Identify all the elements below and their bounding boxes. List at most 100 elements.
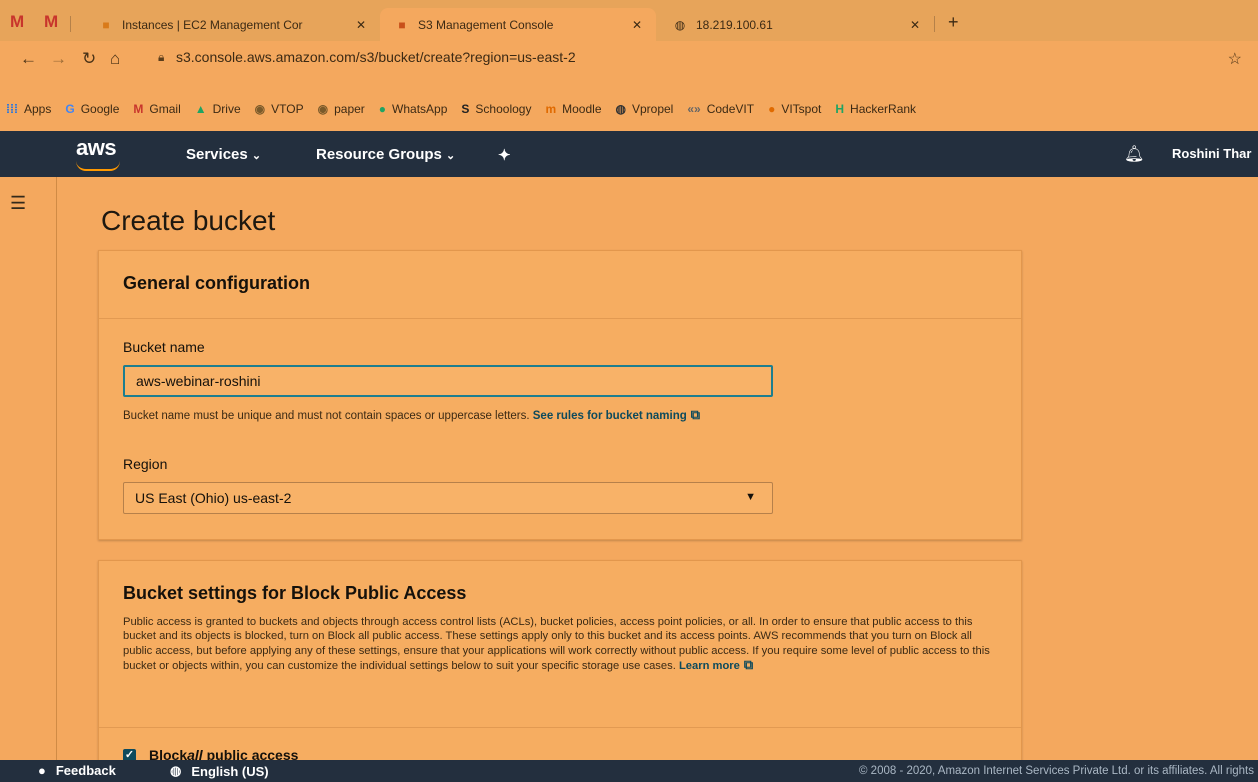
gmail-tab-icon[interactable]: M [10, 12, 24, 32]
bucket-name-input[interactable] [123, 365, 773, 397]
whatsapp-icon: ● [378, 102, 387, 116]
bookmark-label: Vpropel [631, 102, 674, 116]
resource-groups-label: Resource Groups [316, 146, 442, 163]
address-bar-row: ← → ↻ ⌂ 🔒︎ s3.console.aws.amazon.com/s3/… [0, 41, 1258, 93]
vtop-icon: ◉ [254, 102, 266, 116]
reload-icon[interactable]: ↻ [82, 49, 96, 69]
url-field[interactable]: s3.console.aws.amazon.com/s3/bucket/crea… [176, 49, 576, 65]
bookmark-google[interactable]: G Google [65, 102, 119, 116]
browser-tab-strip: M M ■ Instances | EC2 Management Cor ✕ ■… [0, 0, 1258, 41]
google-icon: G [65, 102, 75, 116]
bookmark-label: paper [334, 102, 365, 116]
bookmark-star-icon[interactable]: ☆ [1228, 49, 1242, 69]
user-menu[interactable]: Roshini Thar [1172, 146, 1251, 161]
services-menu[interactable]: Services ⌄ [186, 146, 261, 163]
codevit-icon: «» [687, 102, 701, 116]
bookmark-label: Moodle [562, 102, 602, 116]
learn-more-link[interactable]: Learn more [679, 660, 740, 672]
bucket-naming-rules-link[interactable]: See rules for bucket naming [533, 410, 687, 422]
hackerrank-icon: H [835, 102, 845, 116]
vitspot-icon: ● [768, 102, 776, 116]
tab-separator [70, 16, 71, 32]
region-value: US East (Ohio) us-east-2 [135, 490, 292, 506]
region-select[interactable]: US East (Ohio) us-east-2 ▼ [123, 482, 773, 514]
bookmark-label: Drive [212, 102, 241, 116]
new-tab-button[interactable]: + [948, 12, 959, 33]
bookmark-whatsapp[interactable]: ● WhatsApp [379, 102, 448, 116]
forward-arrow-icon[interactable]: → [50, 49, 67, 69]
bookmark-vpropel[interactable]: ◍ Vpropel [616, 102, 674, 116]
region-label: Region [123, 456, 168, 472]
bookmark-vitspot[interactable]: ● VITspot [768, 102, 821, 116]
schoology-icon: S [461, 102, 470, 116]
gmail-icon: M [133, 102, 144, 116]
globe-icon: ◍ [615, 102, 626, 116]
copyright-text: © 2008 - 2020, Amazon Internet Services … [859, 765, 1254, 777]
paper-icon: ◉ [317, 102, 329, 116]
apps-grid-icon: ⁞⁞⁞ [6, 102, 18, 116]
feedback-button[interactable]: ● Feedback [38, 763, 116, 778]
bookmark-drive[interactable]: ▲ Drive [195, 102, 241, 116]
hamburger-menu-icon[interactable]: ☰ [10, 193, 26, 214]
page-title: Create bucket [101, 205, 276, 236]
bookmarks-bar: ⁞⁞⁞ Apps G Google M Gmail ▲ Drive ◉ VTOP ◉ paper ● Wh… [0, 94, 1258, 124]
bookmark-label: CodeVIT [706, 102, 755, 116]
close-tab-icon[interactable]: ✕ [632, 18, 642, 32]
bell-icon[interactable]: 🔔︎ [1124, 144, 1144, 164]
panel-title: General configuration [123, 273, 311, 293]
block-access-description: Public access is granted to buckets and … [123, 615, 1003, 673]
bookmark-label: Apps [24, 102, 52, 116]
bookmark-codevit[interactable]: «» CodeVIT [687, 102, 754, 116]
bookmark-label: VTOP [271, 102, 304, 116]
aws-logo-smile [76, 161, 120, 171]
feedback-bubble-icon: ● [38, 763, 46, 778]
close-tab-icon[interactable]: ✕ [356, 18, 366, 32]
description-text: Public access is granted to buckets and … [123, 616, 990, 672]
lock-icon: 🔒︎ [158, 50, 165, 64]
language-selector[interactable]: ◍ English (US) [170, 763, 269, 779]
tab-ec2-instances[interactable]: ■ Instances | EC2 Management Cor ✕ [80, 8, 380, 41]
language-label: English (US) [191, 763, 269, 779]
back-arrow-icon[interactable]: ← [20, 49, 37, 69]
bookmark-label: HackerRank [850, 102, 917, 116]
aws-logo[interactable]: aws [76, 135, 117, 161]
external-link-icon[interactable]: ⧉ [691, 407, 700, 423]
bookmark-label: Google [80, 102, 120, 116]
bucket-name-hint: Bucket name must be unique and must not … [123, 407, 700, 423]
hint-text: Bucket name must be unique and must not … [123, 410, 533, 422]
tab-label: Instances | EC2 Management Cor [122, 17, 303, 32]
console-sidebar: ☰ [0, 177, 57, 760]
bucket-name-label: Bucket name [123, 339, 205, 355]
moodle-icon: m [545, 102, 557, 116]
feedback-label: Feedback [55, 763, 116, 778]
panel-title: Bucket settings for Block Public Access [123, 583, 467, 603]
tab-label: S3 Management Console [418, 17, 554, 32]
aws-top-nav: aws Services ⌄ Resource Groups ⌄ ✦ 🔔︎ Ro… [0, 131, 1258, 177]
external-link-icon[interactable]: ⧉ [744, 657, 753, 672]
close-tab-icon[interactable]: ✕ [910, 18, 920, 32]
services-label: Services [186, 146, 248, 163]
pin-icon[interactable]: ✦ [498, 146, 511, 164]
bookmark-label: VITspot [781, 102, 822, 116]
resource-groups-menu[interactable]: Resource Groups ⌄ [316, 146, 455, 163]
bookmark-moodle[interactable]: m Moodle [545, 102, 601, 116]
chevron-down-icon: ⌄ [446, 150, 456, 162]
bookmark-paper[interactable]: ◉ paper [318, 102, 365, 116]
bookmark-hackerrank[interactable]: H HackerRank [835, 102, 916, 116]
bookmark-label: Schoology [475, 102, 532, 116]
dropdown-caret-icon: ▼ [745, 491, 756, 503]
panel-header: General configuration [99, 251, 1021, 319]
globe-icon: ◍ [170, 763, 182, 778]
gmail-tab-icon-2[interactable]: M [44, 12, 58, 32]
bookmark-label: Gmail [149, 102, 181, 116]
bookmark-schoology[interactable]: S Schoology [461, 102, 531, 116]
tab-s3-console[interactable]: ■ S3 Management Console ✕ [380, 8, 656, 41]
bookmark-vtop[interactable]: ◉ VTOP [255, 102, 304, 116]
tab-label: 18.219.100.61 [696, 17, 773, 32]
tab-ip-address[interactable]: ◍ 18.219.100.61 ✕ [658, 8, 934, 41]
bookmark-apps[interactable]: ⁞⁞⁞ Apps [6, 102, 51, 116]
bookmark-gmail[interactable]: M Gmail [133, 102, 180, 116]
home-icon[interactable]: ⌂ [110, 49, 120, 69]
tab-separator [934, 16, 935, 32]
aws-cube-icon: ■ [102, 17, 110, 32]
